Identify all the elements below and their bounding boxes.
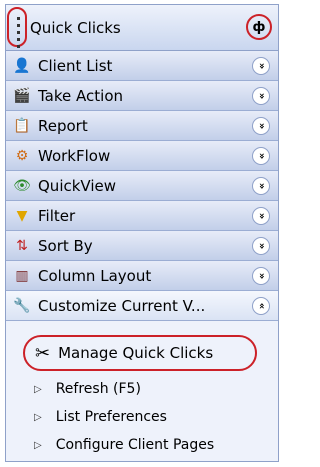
quick-click-row-workflow[interactable]: ⚙ WorkFlow » [6,141,278,171]
quick-clicks-list: 👤 Client List » 🎬 Take Action » 📋 Report » ⚙ WorkF… [6,51,278,321]
chevron-down-icon[interactable]: » [252,206,270,225]
columns-icon: ▥ [15,267,29,284]
arrow-right-icon: ▷ [34,439,42,451]
person-icon: 👤 [13,57,31,74]
quick-click-row-sort-by[interactable]: ⇅ Sort By » [6,231,278,261]
quick-click-row-column-layout[interactable]: ▥ Column Layout » [6,261,278,291]
manage-quick-clicks-label: Manage Quick Clicks [58,344,214,362]
row-label: Sort By [38,236,93,255]
submenu-item-label: Configure Client Pages [55,437,215,453]
quick-click-row-quickview[interactable]: 👁 QuickView » [6,171,278,201]
row-label: Customize Current V... [38,296,206,315]
submenu-item-list-preferences[interactable]: ▷ List Preferences [34,409,167,425]
submenu-panel: ✂ Manage Quick Clicks ▷ Refresh (F5) ▷ L… [6,321,278,461]
quick-click-row-take-action[interactable]: 🎬 Take Action » [6,81,278,111]
row-label: WorkFlow [38,146,111,165]
chevron-down-icon[interactable]: » [252,266,270,285]
row-label: Column Layout [38,266,152,285]
panel-title: Quick Clicks [30,19,121,37]
manage-quick-clicks-button[interactable]: ✂ Manage Quick Clicks [23,335,257,371]
drag-grip-icon[interactable] [13,13,23,48]
submenu-item-label: Refresh (F5) [55,381,141,397]
quick-clicks-panel: Quick Clicks ф 👤 Client List » 🎬 Take Action… [5,4,279,462]
arrow-right-icon: ▷ [34,411,42,423]
clipboard-icon: 📋 [13,117,31,134]
chevron-down-icon[interactable]: » [252,236,270,255]
chevron-down-icon[interactable]: » [252,176,270,195]
eye-icon: 👁 [13,177,31,194]
chevron-down-icon[interactable]: » [252,146,270,165]
row-label: Client List [38,56,113,75]
row-label: QuickView [38,176,117,195]
submenu-item-configure-client-pages[interactable]: ▷ Configure Client Pages [34,437,214,453]
panel-header: Quick Clicks ф [6,5,278,51]
workflow-icon: ⚙ [15,147,29,164]
chevron-down-icon[interactable]: » [252,56,270,75]
quick-click-row-report[interactable]: 📋 Report » [6,111,278,141]
pin-icon[interactable]: ф [246,14,272,40]
funnel-icon: ▼ [16,207,28,224]
row-label: Report [38,116,88,135]
submenu-item-label: List Preferences [55,409,167,425]
sort-icon: ⇅ [16,237,28,254]
clapperboard-icon: 🎬 [13,87,31,104]
quick-click-row-filter[interactable]: ▼ Filter » [6,201,278,231]
submenu-item-refresh[interactable]: ▷ Refresh (F5) [34,381,141,397]
quick-click-row-client-list[interactable]: 👤 Client List » [6,51,278,81]
row-label: Filter [38,206,76,225]
chevron-down-icon[interactable]: » [252,86,270,105]
tools-icon: ✂ [35,342,51,364]
chevron-down-icon[interactable]: » [252,116,270,135]
chevron-up-icon[interactable]: « [252,296,270,315]
wrench-icon: 🔧 [13,297,31,314]
row-label: Take Action [38,86,123,105]
quick-click-row-customize-current-v[interactable]: 🔧 Customize Current V... « [6,291,278,321]
arrow-right-icon: ▷ [34,383,42,395]
